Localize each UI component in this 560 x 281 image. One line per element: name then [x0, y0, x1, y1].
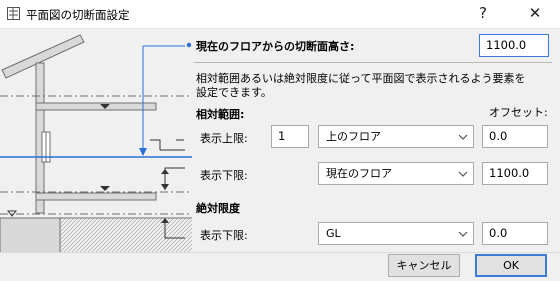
section-diagram [0, 34, 192, 253]
relative-range-heading: 相対範囲: [196, 108, 245, 121]
lower-floor-select[interactable]: 現在のフロア [318, 162, 474, 185]
offset-heading: オフセット: [489, 106, 548, 119]
absolute-level-select[interactable]: GL [318, 222, 474, 245]
upper-floor-select-value: 上のフロア [326, 130, 381, 143]
bullet-icon [186, 42, 192, 48]
help-button[interactable]: ? [460, 0, 506, 28]
absolute-limit-heading: 絶対限度 [196, 202, 240, 215]
absolute-level-select-value: GL [326, 227, 341, 240]
cancel-button[interactable]: キャンセル [388, 254, 460, 277]
lower-limit-label: 表示下限: [200, 169, 248, 182]
absolute-offset-input[interactable]: 0.0 [482, 222, 548, 245]
upper-offset-input[interactable]: 0.0 [482, 125, 548, 148]
upper-limit-label: 表示上限: [200, 132, 248, 145]
upper-floor-count-input[interactable]: 1 [271, 125, 309, 148]
app-icon [7, 7, 20, 20]
chevron-down-icon [458, 134, 468, 140]
footer-divider [0, 252, 560, 253]
description-line2: 設定できます。 [196, 86, 272, 99]
lower-offset-input[interactable]: 1100.0 [482, 162, 548, 185]
lower-floor-select-value: 現在のフロア [326, 167, 392, 180]
level-marker-icon [100, 186, 110, 191]
upper-floor-select[interactable]: 上のフロア [318, 125, 474, 148]
close-button[interactable]: ✕ [512, 0, 558, 28]
ok-button[interactable]: OK [475, 254, 547, 277]
chevron-down-icon [458, 171, 468, 177]
absolute-lower-limit-label: 表示下限: [200, 229, 248, 242]
cut-height-label: 現在のフロアからの切断面高さ: [196, 40, 355, 53]
chevron-down-icon [458, 231, 468, 237]
divider [194, 62, 552, 63]
cut-height-input[interactable]: 1100.0 [479, 34, 549, 57]
window-title: 平面図の切断面設定 [26, 8, 130, 22]
